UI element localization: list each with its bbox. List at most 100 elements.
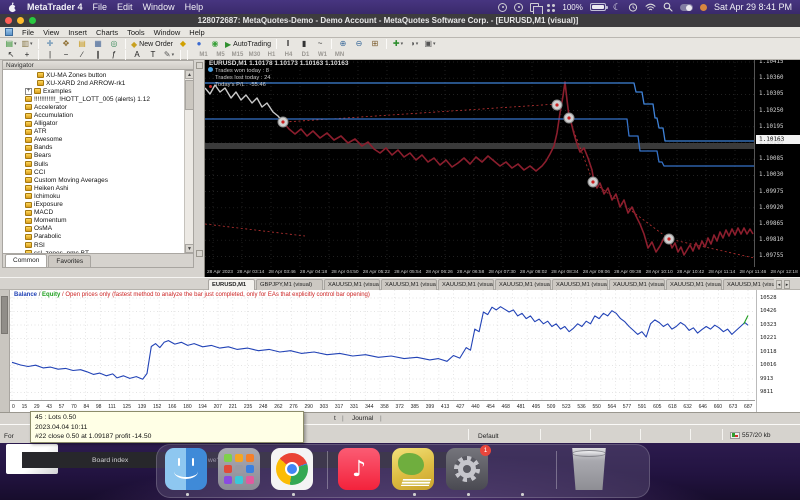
timeframe-m1-button[interactable]: M1 (195, 52, 212, 58)
zoom-window-button[interactable] (29, 17, 36, 24)
timeframe-d1-button[interactable]: D1 (297, 52, 314, 58)
stage-manager-icon[interactable] (514, 3, 523, 12)
minimize-window-button[interactable] (17, 17, 24, 24)
dock-metatrader-icon[interactable] (500, 448, 542, 490)
navigator-item[interactable]: Heiken Ashi (3, 184, 184, 192)
arrows-shapes-icon[interactable]: ✎▾ (162, 50, 176, 60)
tester-graph-canvas[interactable] (10, 290, 755, 400)
navigator-item[interactable]: XU-XARD 2nd ARROW-rk1 (3, 79, 184, 87)
new-order-button[interactable]: ◆New Order (131, 39, 173, 49)
scroll-up-button[interactable]: ▲ (185, 70, 194, 79)
zoom-out-icon[interactable]: ⊖ (352, 39, 366, 49)
time-scale[interactable]: 28 Apr 202328 Apr 03:1428 Apr 03:4628 Ap… (207, 267, 798, 277)
desktop-link[interactable]: Board index (92, 457, 128, 464)
navigator-tab-common[interactable]: Common (5, 254, 47, 267)
tile-windows-icon[interactable]: ⊞ (368, 39, 382, 49)
menubar-menu-help[interactable]: Help (185, 2, 204, 12)
zoom-in-icon[interactable]: ⊕ (336, 39, 350, 49)
mt4-menu-view[interactable]: View (43, 28, 59, 37)
tabs-scroll-left-button[interactable]: ◂ (776, 280, 782, 289)
navigator-item[interactable]: XU-MA Zones button (3, 71, 184, 79)
trendline-icon[interactable]: ∕ (75, 50, 89, 60)
wifi-icon[interactable] (645, 3, 656, 12)
spotlight-search-icon[interactable] (663, 2, 673, 12)
vertical-line-icon[interactable]: | (43, 50, 57, 60)
tester-left-scrollbar[interactable] (0, 290, 10, 412)
line-chart-mode-icon[interactable]: ~ (313, 39, 327, 49)
navigator-scrollbar[interactable]: ▲ ▼ (184, 70, 193, 253)
timeframe-mn-button[interactable]: MN (331, 52, 348, 58)
channel-icon[interactable]: ∥ (91, 50, 105, 60)
periods-list-icon[interactable]: ◑▾ (407, 39, 421, 49)
navigator-item[interactable]: Alligator (3, 120, 184, 128)
navigator-item[interactable]: Bears (3, 152, 184, 160)
tester-scroll-thumb[interactable] (1, 296, 8, 334)
navigator-item[interactable]: MACD (3, 209, 184, 217)
dock-settings-icon[interactable]: 1 (446, 448, 488, 490)
market-watch-icon[interactable]: ✛ (43, 39, 57, 49)
keyboard-grid-icon[interactable] (546, 3, 555, 12)
dock-music-icon[interactable]: ♪ (338, 448, 380, 490)
focus-moon-icon[interactable]: ☾ (613, 3, 621, 12)
status-profile[interactable]: Default (478, 433, 499, 440)
candle-chart-mode-icon[interactable]: ▮ (297, 39, 311, 49)
navigator-tab-favorites[interactable]: Favorites (48, 255, 91, 267)
navigator-item[interactable]: Accumulation (3, 111, 184, 119)
navigator-item[interactable]: Momentum (3, 217, 184, 225)
mt4-menu-file[interactable]: File (22, 28, 34, 37)
price-chart-canvas[interactable] (205, 58, 754, 267)
navigator-item[interactable]: Bulls (3, 160, 184, 168)
text-label-icon[interactable]: T (146, 50, 160, 60)
price-chart-panel[interactable]: EURUSD,M1 1.10178 1.10173 1.10163 1.1016… (204, 58, 800, 277)
timeframe-m15-button[interactable]: M15 (229, 52, 246, 58)
navigator-item[interactable]: Bands (3, 144, 184, 152)
templates-list-icon[interactable]: ▣▾ (423, 39, 437, 49)
time-machine-icon[interactable] (628, 3, 638, 12)
autotrading-button[interactable]: ▶AutoTrading (225, 39, 271, 49)
control-center-icon[interactable] (680, 4, 693, 11)
mt4-menu-help[interactable]: Help (189, 28, 204, 37)
dock-chrome-icon[interactable] (271, 448, 313, 490)
navigator-item[interactable]: +Examples (3, 87, 184, 95)
navigator-item[interactable]: CCI (3, 168, 184, 176)
crosshair-icon[interactable]: + (20, 50, 34, 60)
siri-orb-icon[interactable] (700, 4, 707, 11)
timeframe-h1-button[interactable]: H1 (263, 52, 280, 58)
expand-plus-icon[interactable]: + (25, 88, 32, 95)
new-chart-icon[interactable]: ▤▾ (4, 39, 18, 49)
mt4-menu-window[interactable]: Window (154, 28, 181, 37)
timeframe-m5-button[interactable]: M5 (212, 52, 229, 58)
indicators-list-icon[interactable]: ✚▾ (391, 39, 405, 49)
text-icon[interactable]: A (130, 50, 144, 60)
dock-books-icon[interactable] (392, 448, 434, 490)
scrollbar-thumb[interactable] (185, 80, 194, 110)
scroll-down-button[interactable]: ▼ (185, 244, 194, 253)
expert-advisors-icon[interactable]: ● (192, 39, 206, 49)
timeframe-h4-button[interactable]: H4 (280, 52, 297, 58)
mt4-menu-charts[interactable]: Charts (96, 28, 118, 37)
fibonacci-icon[interactable]: ƒ (107, 50, 121, 60)
menubar-menu-file[interactable]: File (93, 2, 108, 12)
timeframe-w1-button[interactable]: W1 (314, 52, 331, 58)
navigator-item[interactable]: Ichimoku (3, 192, 184, 200)
menubar-menu-window[interactable]: Window (143, 2, 175, 12)
navigator-item[interactable]: RSI (3, 241, 184, 249)
timeframe-m30-button[interactable]: M30 (246, 52, 263, 58)
battery-icon[interactable] (590, 3, 606, 11)
navigator-item[interactable]: !!!!!!!!!!!!_!HOTT_LOTT_005 (alerts) 1.1… (3, 95, 184, 103)
screen-record-icon[interactable] (498, 3, 507, 12)
menubar-menu-edit[interactable]: Edit (117, 2, 133, 12)
panel-collapse-button[interactable] (196, 62, 203, 69)
panel-resize-button[interactable] (196, 250, 203, 257)
tab-journal[interactable]: Journal (352, 415, 373, 422)
terminal-panel-icon[interactable]: ▦ (91, 39, 105, 49)
display-mirror-icon[interactable] (530, 3, 539, 12)
metaeditor-icon[interactable]: ◆ (176, 39, 190, 49)
close-window-button[interactable] (5, 17, 12, 24)
cursor-icon[interactable]: ↖ (4, 50, 18, 60)
data-window-icon[interactable]: ✥ (59, 39, 73, 49)
navigator-item[interactable]: Custom Moving Averages (3, 176, 184, 184)
mt4-menu-insert[interactable]: Insert (68, 28, 87, 37)
menubar-clock[interactable]: Sat Apr 29 8:41 PM (714, 2, 792, 12)
tabs-scroll-right-button[interactable]: ▸ (784, 280, 790, 289)
